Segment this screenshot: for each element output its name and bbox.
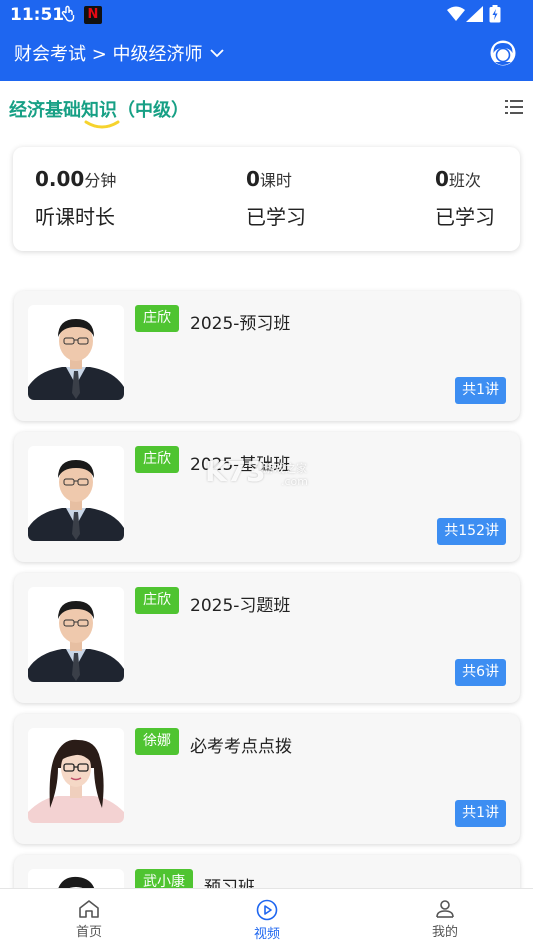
subject-title: 经济基础知识（中级） <box>9 100 189 121</box>
category-selector[interactable]: 财会考试 > 中级经济师 <box>14 40 225 66</box>
course-card[interactable]: 庄欣 2025-基础班 共152讲 <box>14 432 520 562</box>
nav-video[interactable]: 视频 <box>227 899 307 942</box>
course-card[interactable]: 庄欣 2025-预习班 共1讲 <box>14 291 520 421</box>
stat-label: 已学习 <box>435 205 495 229</box>
status-time: 11:51 <box>10 5 65 25</box>
study-stats-card: 0.00分钟 听课时长 0课时 已学习 0班次 已学习 <box>13 147 520 251</box>
stat-listen-time: 0.00分钟 听课时长 <box>35 167 116 230</box>
teacher-badge: 庄欣 <box>135 587 179 614</box>
play-icon <box>256 899 278 921</box>
watermark: K73 游戏之家 .com <box>205 455 308 488</box>
teacher-badge: 庄欣 <box>135 305 179 332</box>
stat-value: 0 <box>435 167 449 191</box>
teacher-photo <box>28 305 124 400</box>
course-card[interactable]: 庄欣 2025-习题班 共6讲 <box>14 573 520 703</box>
watermark-text: 游戏之家 <box>263 462 307 475</box>
course-title: 必考考点点拨 <box>190 737 292 757</box>
course-card[interactable]: 徐娜 必考考点点拨 共1讲 <box>14 714 520 844</box>
category-breadcrumb: 财会考试 > 中级经济师 <box>14 44 203 65</box>
stat-value: 0.00 <box>35 167 85 191</box>
touch-icon <box>61 5 75 22</box>
stat-label: 听课时长 <box>35 205 115 229</box>
nav-video-label: 视频 <box>253 927 280 942</box>
home-icon <box>79 900 99 918</box>
user-icon <box>436 900 454 918</box>
watermark-logo: K73 <box>205 455 266 488</box>
battery-icon <box>489 5 501 23</box>
stat-unit: 分钟 <box>84 171 117 190</box>
watermark-domain: .com <box>281 475 308 488</box>
teacher-photo <box>28 446 124 541</box>
nav-home-label: 首页 <box>75 925 102 940</box>
chevron-down-icon <box>209 49 224 58</box>
lecture-count-badge: 共1讲 <box>455 800 506 827</box>
stat-unit: 课时 <box>259 171 292 190</box>
teacher-photo <box>28 587 124 682</box>
nav-home[interactable]: 首页 <box>49 899 129 940</box>
teacher-badge: 徐娜 <box>135 728 179 755</box>
lecture-count-badge: 共6讲 <box>455 659 506 686</box>
status-bar: 11:51 N <box>0 0 533 30</box>
lecture-count-badge: 共1讲 <box>455 377 506 404</box>
nav-mine-label: 我的 <box>431 925 458 940</box>
wifi-icon <box>447 6 465 21</box>
bottom-nav: 首页 视频 我的 <box>0 888 533 948</box>
signal-icon <box>466 6 483 22</box>
lecture-count-badge: 共152讲 <box>437 518 506 545</box>
netflix-icon: N <box>84 6 102 24</box>
stat-classes: 0班次 已学习 <box>435 167 495 230</box>
nav-mine[interactable]: 我的 <box>405 899 485 940</box>
teacher-photo <box>28 728 124 823</box>
service-avatar-icon[interactable] <box>490 40 516 66</box>
stat-unit: 班次 <box>448 171 481 190</box>
teacher-badge: 庄欣 <box>135 446 179 473</box>
top-bar: 11:51 N 财会考试 > 中级经济师 <box>0 0 533 81</box>
stat-label: 已学习 <box>246 205 306 229</box>
subject-underline <box>84 120 120 129</box>
list-menu-icon[interactable] <box>505 99 523 115</box>
course-title: 2025-预习班 <box>190 314 291 334</box>
course-title: 2025-习题班 <box>190 596 291 616</box>
stat-lessons: 0课时 已学习 <box>246 167 306 230</box>
stat-value: 0 <box>246 167 260 191</box>
